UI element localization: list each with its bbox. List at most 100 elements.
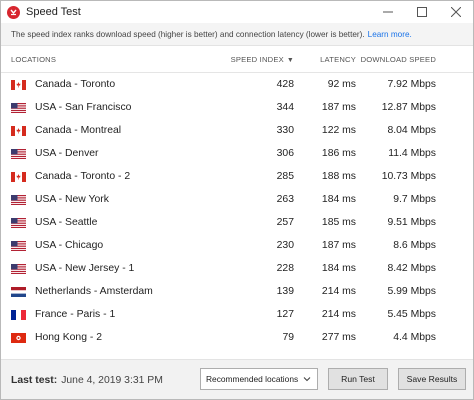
table-row[interactable]: Canada - Toronto - 2 285 188 ms 10.73 Mbps: [1, 165, 473, 188]
info-bar: The speed index ranks download speed (hi…: [1, 23, 473, 46]
speed-index-cell: 79: [282, 332, 294, 343]
speed-index-cell: 139: [276, 286, 294, 297]
maximize-icon[interactable]: [405, 1, 439, 23]
download-speed-cell: 4.4 Mbps: [393, 332, 436, 343]
learn-more-link[interactable]: Learn more.: [368, 30, 412, 39]
location-cell: USA - Chicago: [11, 240, 201, 251]
header-download-speed[interactable]: DOWNLOAD SPEED: [356, 55, 436, 64]
table-row[interactable]: USA - Chicago 230 187 ms 8.6 Mbps: [1, 234, 473, 257]
usa-flag-icon: [11, 217, 26, 228]
latency-cell: 214 ms: [321, 286, 356, 297]
usa-flag-icon: [11, 194, 26, 205]
speed-index-cell: 306: [276, 148, 294, 159]
netherlands-flag-icon: [11, 286, 26, 297]
location-cell: USA - Seattle: [11, 217, 201, 228]
location-cell: USA - New Jersey - 1: [11, 263, 201, 274]
chevron-down-icon: [302, 374, 312, 384]
france-flag-icon: [11, 309, 26, 320]
location-name: France - Paris - 1: [35, 309, 116, 320]
location-cell: Hong Kong - 2: [11, 332, 201, 343]
speed-index-cell: 285: [276, 171, 294, 182]
location-cell: USA - Denver: [11, 148, 201, 159]
table-row[interactable]: Canada - Montreal 330 122 ms 8.04 Mbps: [1, 119, 473, 142]
footer-bar: Last test: June 4, 2019 3:31 PM Recommen…: [1, 359, 473, 399]
scrollbar[interactable]: [469, 71, 473, 357]
title-bar: Speed Test: [1, 1, 473, 23]
location-cell: Canada - Toronto - 2: [11, 171, 201, 182]
table-row[interactable]: Hong Kong - 2 79 277 ms 4.4 Mbps: [1, 326, 473, 349]
latency-cell: 277 ms: [321, 332, 356, 343]
info-text: The speed index ranks download speed (hi…: [11, 29, 365, 39]
sort-descending-icon: ▼: [286, 56, 294, 64]
download-speed-cell: 9.51 Mbps: [387, 217, 436, 228]
last-test-value: June 4, 2019 3:31 PM: [61, 374, 163, 386]
usa-flag-icon: [11, 148, 26, 159]
location-name: Canada - Toronto - 2: [35, 171, 131, 182]
location-cell: Netherlands - Amsterdam: [11, 286, 201, 297]
canada-flag-icon: [11, 79, 26, 90]
table-row[interactable]: USA - New York 263 184 ms 9.7 Mbps: [1, 188, 473, 211]
location-name: Hong Kong - 2: [35, 332, 103, 343]
latency-cell: 186 ms: [321, 148, 356, 159]
table-row[interactable]: USA - Seattle 257 185 ms 9.51 Mbps: [1, 211, 473, 234]
table-row[interactable]: France - Paris - 1 127 214 ms 5.45 Mbps: [1, 303, 473, 326]
location-cell: USA - San Francisco: [11, 102, 201, 113]
location-cell: USA - New York: [11, 194, 201, 205]
download-speed-cell: 5.45 Mbps: [387, 309, 436, 320]
table-row[interactable]: USA - New Jersey - 1 228 184 ms 8.42 Mbps: [1, 257, 473, 280]
speed-index-cell: 344: [276, 102, 294, 113]
speed-index-cell: 257: [276, 217, 294, 228]
location-name: Canada - Toronto: [35, 79, 116, 90]
run-test-button[interactable]: Run Test: [328, 368, 388, 390]
latency-cell: 187 ms: [321, 240, 356, 251]
save-results-button[interactable]: Save Results: [398, 368, 466, 390]
download-speed-cell: 8.04 Mbps: [387, 125, 436, 136]
location-name: Netherlands - Amsterdam: [35, 286, 153, 297]
table-row[interactable]: Netherlands - Amsterdam 139 214 ms 5.99 Mbp…: [1, 280, 473, 303]
speed-index-cell: 228: [276, 263, 294, 274]
latency-cell: 187 ms: [321, 102, 356, 113]
location-name: USA - Chicago: [35, 240, 104, 251]
usa-flag-icon: [11, 240, 26, 251]
table-row[interactable]: Canada - Toronto 428 92 ms 7.92 Mbps: [1, 73, 473, 96]
header-speed-index[interactable]: SPEED INDEX ▼: [201, 55, 294, 64]
location-name: USA - San Francisco: [35, 102, 132, 113]
location-cell: Canada - Montreal: [11, 125, 201, 136]
usa-flag-icon: [11, 263, 26, 274]
download-speed-cell: 8.6 Mbps: [393, 240, 436, 251]
download-speed-cell: 9.7 Mbps: [393, 194, 436, 205]
table-row[interactable]: USA - Denver 306 186 ms 11.4 Mbps: [1, 142, 473, 165]
latency-cell: 214 ms: [321, 309, 356, 320]
download-speed-cell: 5.99 Mbps: [387, 286, 436, 297]
speed-index-cell: 263: [276, 194, 294, 205]
download-speed-cell: 7.92 Mbps: [387, 79, 436, 90]
close-icon[interactable]: [439, 1, 473, 23]
header-latency[interactable]: LATENCY: [294, 55, 356, 64]
header-locations[interactable]: LOCATIONS: [11, 55, 201, 64]
canada-flag-icon: [11, 171, 26, 182]
results-list: Canada - Toronto 428 92 ms 7.92 Mbps USA - S…: [1, 73, 473, 349]
latency-cell: 122 ms: [321, 125, 356, 136]
table-header: LOCATIONS SPEED INDEX ▼ LATENCY DOWNLOAD …: [1, 46, 473, 73]
window-controls: [371, 1, 473, 23]
latency-cell: 184 ms: [321, 194, 356, 205]
latency-cell: 92 ms: [327, 79, 356, 90]
download-speed-cell: 12.87 Mbps: [381, 102, 436, 113]
location-filter-value: Recommended locations: [206, 374, 299, 384]
location-name: Canada - Montreal: [35, 125, 122, 136]
hongkong-flag-icon: [11, 332, 26, 343]
latency-cell: 188 ms: [321, 171, 356, 182]
download-speed-cell: 8.42 Mbps: [387, 263, 436, 274]
table-row[interactable]: USA - San Francisco 344 187 ms 12.87 Mbps: [1, 96, 473, 119]
location-name: USA - New Jersey - 1: [35, 263, 135, 274]
latency-cell: 184 ms: [321, 263, 356, 274]
speed-index-cell: 330: [276, 125, 294, 136]
header-speed-index-label: SPEED INDEX: [230, 54, 284, 64]
speed-index-cell: 127: [276, 309, 294, 320]
location-filter-select[interactable]: Recommended locations: [200, 368, 318, 390]
expressvpn-logo-icon: [7, 5, 20, 19]
location-name: USA - Denver: [35, 148, 99, 159]
download-speed-cell: 10.73 Mbps: [381, 171, 436, 182]
latency-cell: 185 ms: [321, 217, 356, 228]
minimize-icon[interactable]: [371, 1, 405, 23]
